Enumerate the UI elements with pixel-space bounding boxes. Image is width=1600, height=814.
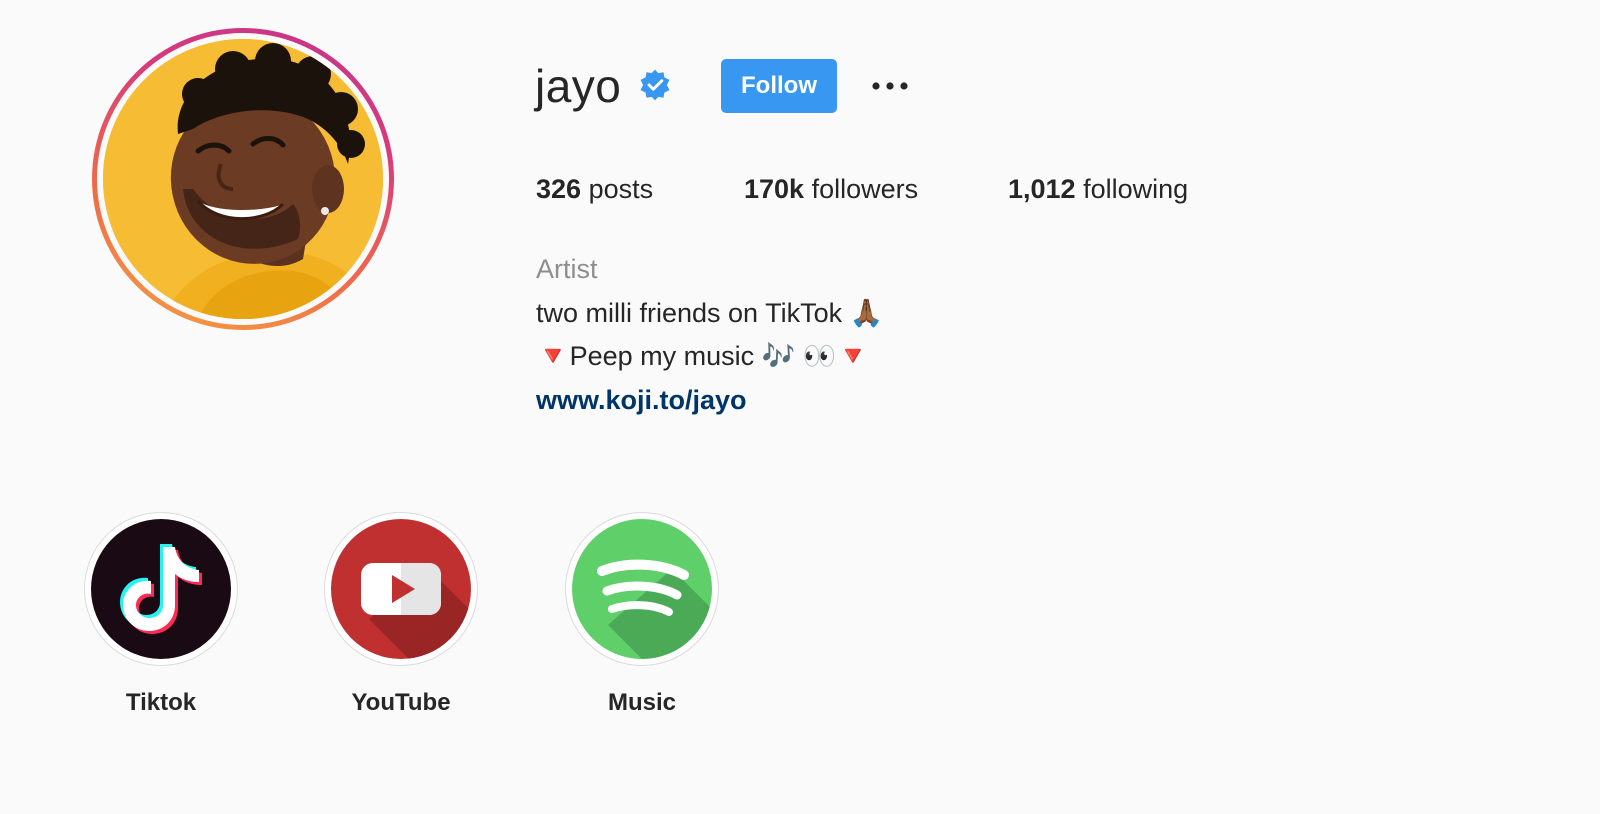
highlight-ring — [324, 512, 478, 666]
profile-avatar[interactable] — [92, 28, 394, 330]
profile-username: jayo — [535, 60, 622, 112]
stat-followers[interactable]: 170k followers — [744, 172, 918, 206]
avatar-photo — [103, 39, 383, 319]
spotify-icon — [572, 519, 712, 659]
highlight-ring — [565, 512, 719, 666]
follow-button[interactable]: Follow — [721, 59, 837, 113]
more-options-icon[interactable] — [866, 72, 914, 100]
highlight-ring — [84, 512, 238, 666]
tiktok-icon — [91, 519, 231, 659]
stat-posts: 326 posts — [536, 172, 653, 206]
bio-website-link[interactable]: www.koji.to/jayo — [536, 383, 747, 417]
stat-following[interactable]: 1,012 following — [1008, 172, 1188, 206]
followers-label: followers — [811, 174, 919, 204]
following-count: 1,012 — [1008, 174, 1076, 204]
posts-label: posts — [588, 174, 654, 204]
bio-line: 🔻Peep my music 🎶 👀🔻 — [536, 341, 871, 371]
highlight-label: YouTube — [351, 689, 451, 716]
youtube-icon — [331, 519, 471, 659]
highlight-music[interactable]: Music — [562, 512, 722, 718]
highlight-label: Tiktok — [125, 689, 197, 716]
highlight-label: Music — [607, 689, 676, 716]
highlight-youtube[interactable]: YouTube — [321, 512, 481, 718]
followers-count: 170k — [744, 174, 805, 204]
posts-count: 326 — [536, 174, 582, 204]
bio-category: Artist — [536, 254, 598, 284]
verified-badge-icon — [640, 69, 670, 101]
highlight-tiktok[interactable]: Tiktok — [81, 512, 241, 718]
following-label: following — [1083, 174, 1189, 204]
bio-line: two milli friends on TikTok 🙏🏾 — [536, 298, 884, 328]
